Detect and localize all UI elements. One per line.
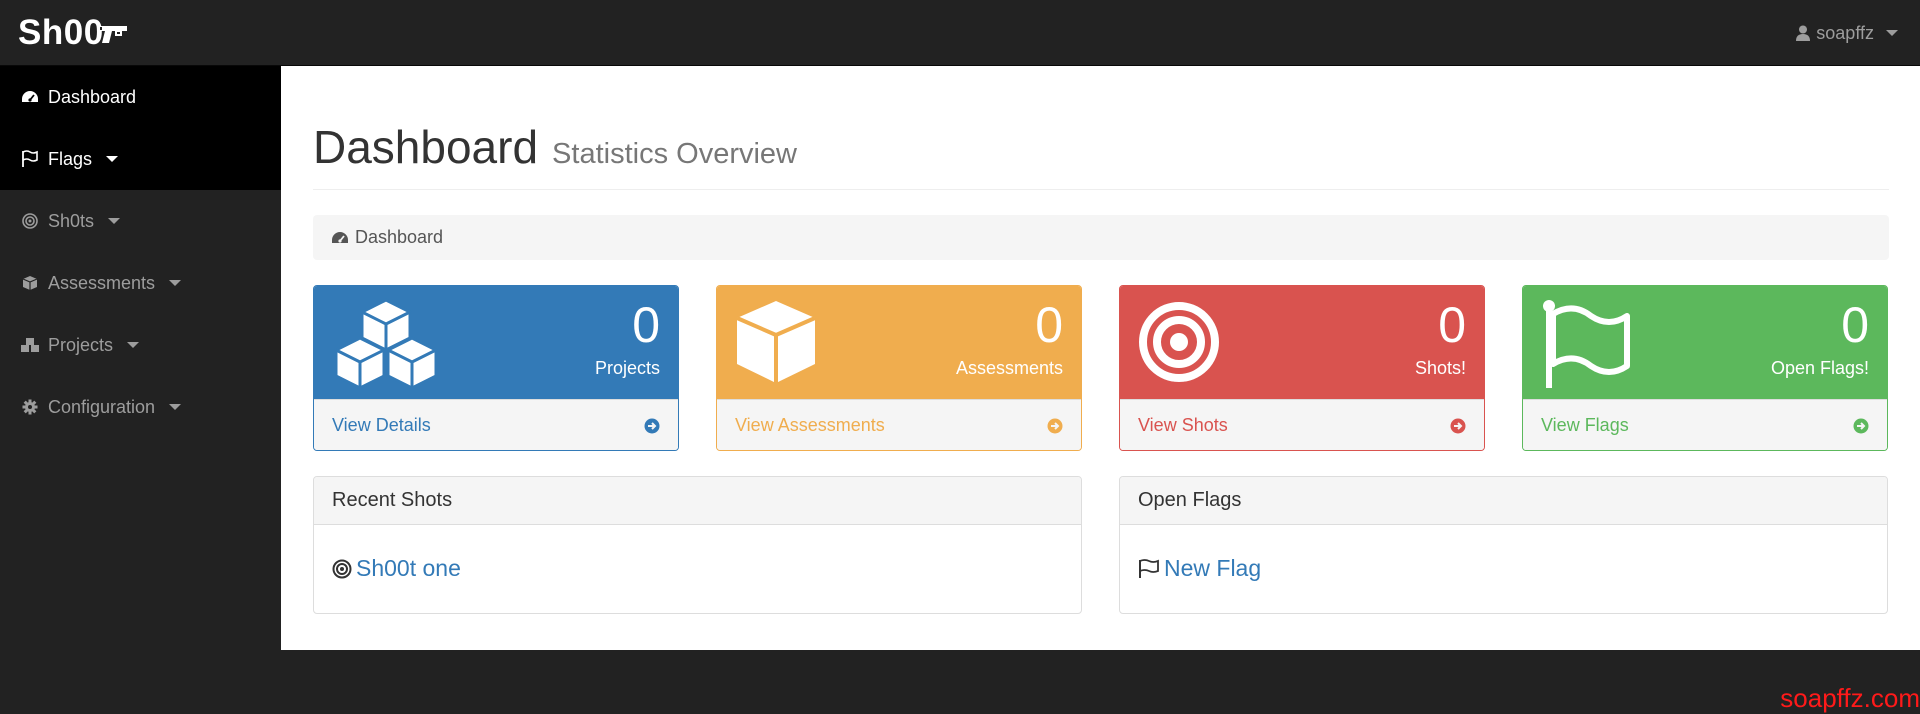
arrow-circle-right-icon [1450,418,1466,434]
list-item[interactable]: Sh00t one [314,525,1081,582]
link-label: View Assessments [735,415,885,435]
cube-icon [20,273,40,293]
username: soapffz [1816,22,1874,43]
link-label: View Shots [1138,415,1228,435]
view-details-link[interactable]: View Details [314,399,678,450]
sidebar-item-flags[interactable]: Flags [0,128,281,190]
sidebar-item-assessments[interactable]: Assessments [0,252,281,314]
chevron-down-icon [169,404,182,410]
assessments-label: Assessments [955,358,1063,378]
gear-icon [20,397,40,417]
link-label: View Flags [1541,415,1629,435]
panel-heading: 0 Projects [314,286,678,399]
page-title: Dashboard [313,121,539,173]
sidebar-item-label: Dashboard [48,86,137,107]
open-flags-label: Open Flags! [1770,358,1869,378]
cube-icon [733,298,819,386]
breadcrumb-item: Dashboard [355,227,444,247]
projects-label: Projects [594,358,660,378]
panel-heading: Recent Shots [314,477,1081,525]
assessments-stat-panel: 0 Assessments View Assessments [716,285,1082,451]
top-navbar: Sh00 soapffz [0,0,1920,66]
chevron-down-icon [127,342,140,348]
chevron-down-icon [169,280,182,286]
list-item[interactable]: New Flag [1120,525,1887,582]
arrow-circle-right-icon [1853,418,1869,434]
arrow-circle-right-icon [644,418,660,434]
cubes-icon [330,298,442,390]
panel-heading: 0 Assessments [717,286,1081,399]
sidebar-item-dashboard[interactable]: Dashboard [0,66,281,128]
open-flags-count: 0 [1841,297,1869,353]
sidebar-item-shots[interactable]: Sh0ts [0,190,281,252]
flag-icon [1539,298,1631,390]
user-icon [1796,25,1811,41]
view-shots-link[interactable]: View Shots [1120,399,1484,450]
cubes-icon [20,335,40,355]
open-flags-stat-panel: 0 Open Flags! View Flags [1522,285,1888,451]
sidebar-item-projects[interactable]: Projects [0,314,281,376]
sidebar-item-label: Assessments [48,272,156,293]
view-flags-link[interactable]: View Flags [1523,399,1887,450]
sidebar-item-label: Flags [48,148,93,169]
chevron-down-icon [108,218,121,224]
shots-label: Shots! [1414,358,1466,378]
brand-name: Sh00 [18,13,104,52]
panel-heading: 0 Shots! [1120,286,1484,399]
sidebar-item-configuration[interactable]: Configuration [0,376,281,438]
projects-count: 0 [632,297,660,353]
shot-link[interactable]: Sh00t one [356,555,461,582]
dashboard-icon [20,87,40,107]
projects-stat-panel: 0 Projects View Details [313,285,679,451]
sidebar-item-label: Projects [48,334,114,355]
link-label: View Details [332,415,431,435]
target-icon [332,559,352,579]
recent-shots-panel: Recent Shots Sh00t one [313,476,1082,614]
arrow-circle-right-icon [1047,418,1063,434]
target-icon [20,211,40,231]
brand-logo[interactable]: Sh00 [18,13,128,52]
chevron-down-icon [106,156,119,162]
shots-count: 0 [1438,297,1466,353]
flag-link[interactable]: New Flag [1164,555,1261,582]
chevron-down-icon [1886,30,1898,36]
pistol-icon [98,22,128,46]
panel-heading: 0 Open Flags! [1523,286,1887,399]
watermark: soapffz.com [1780,683,1920,713]
dashboard-icon [331,230,349,246]
shots-stat-panel: 0 Shots! View Shots [1119,285,1485,451]
flag-icon [20,149,40,169]
breadcrumb: Dashboard [313,215,1889,260]
target-icon [1136,298,1222,386]
view-assessments-link[interactable]: View Assessments [717,399,1081,450]
user-menu[interactable]: soapffz [1796,20,1898,46]
flag-icon [1138,558,1160,579]
sidebar-item-label: Sh0ts [48,210,95,231]
open-flags-panel: Open Flags New Flag [1119,476,1888,614]
page-header: Dashboard Statistics Overview [313,124,1889,190]
main-content: Dashboard Statistics Overview Dashboard [281,66,1920,650]
panel-heading: Open Flags [1120,477,1887,525]
sidebar: Dashboard Flags Sh0ts Assessments Projec… [0,66,281,714]
assessments-count: 0 [1035,297,1063,353]
page-subtitle: Statistics Overview [552,138,797,170]
sidebar-item-label: Configuration [48,396,156,417]
